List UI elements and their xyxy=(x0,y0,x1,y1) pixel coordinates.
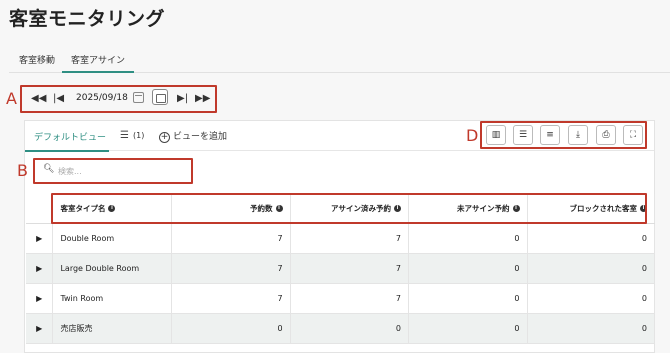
annotation-box-d xyxy=(480,121,647,149)
cell-unassigned: 0 xyxy=(408,223,528,254)
annotation-box-c xyxy=(51,193,647,224)
expand-row-icon[interactable]: ▶ xyxy=(26,283,54,314)
date-navigator: ◀◀ |◀ 2025/09/18 ▶| ▶▶ xyxy=(21,86,217,112)
search-icon: 🔍︎ xyxy=(43,164,55,174)
page: 客室モニタリング 客室移動 客室アサイン A ◀◀ |◀ 2025/09/18 … xyxy=(0,0,670,353)
cell-room-type: Double Room xyxy=(52,223,173,254)
calendar-icon[interactable] xyxy=(133,92,144,103)
skip-to-start-icon[interactable]: |◀ xyxy=(53,93,64,104)
cell-assigned: 7 xyxy=(290,253,410,284)
plus-circle-icon: + xyxy=(159,132,170,143)
cell-unassigned: 0 xyxy=(408,253,528,284)
view-count[interactable]: (1) xyxy=(133,131,144,140)
table-row[interactable]: ▶ Large Double Room 7 7 0 0 xyxy=(26,253,655,284)
cell-blocked: 0 xyxy=(527,253,655,284)
cell-reservations: 7 xyxy=(171,253,291,284)
skip-to-end-icon[interactable]: ▶| xyxy=(177,93,188,104)
date-value[interactable]: 2025/09/18 xyxy=(76,93,128,103)
fast-backward-icon[interactable]: ◀◀ xyxy=(31,93,46,104)
add-view-label: ビューを追加 xyxy=(173,132,228,142)
annotation-label-d: D xyxy=(466,126,479,145)
cell-assigned: 7 xyxy=(290,283,410,314)
cell-blocked: 0 xyxy=(527,223,655,254)
tab-bar: 客室移動 客室アサイン xyxy=(9,46,670,73)
search-box: 🔍︎ xyxy=(33,159,193,183)
today-calendar-icon[interactable] xyxy=(152,89,168,105)
table-row[interactable]: ▶ Double Room 7 7 0 0 xyxy=(26,223,655,254)
cell-room-type: 売店販売 xyxy=(52,313,173,344)
tab-room-assign[interactable]: 客室アサイン xyxy=(61,53,135,73)
annotation-label-b: B xyxy=(17,161,28,180)
cell-reservations: 7 xyxy=(171,223,291,254)
cell-blocked: 0 xyxy=(527,283,655,314)
annotation-label-a: A xyxy=(6,89,17,108)
fast-forward-icon[interactable]: ▶▶ xyxy=(195,93,210,104)
page-title: 客室モニタリング xyxy=(9,8,166,30)
expand-row-icon[interactable]: ▶ xyxy=(26,223,54,254)
tab-room-move[interactable]: 客室移動 xyxy=(19,53,55,66)
cell-unassigned: 0 xyxy=(408,283,528,314)
search-input[interactable] xyxy=(58,163,178,179)
cell-assigned: 0 xyxy=(290,313,410,344)
cell-reservations: 7 xyxy=(171,283,291,314)
cell-room-type: Large Double Room xyxy=(52,253,173,284)
cell-unassigned: 0 xyxy=(408,313,528,344)
table-row[interactable]: ▶ 売店販売 0 0 0 0 xyxy=(26,313,655,344)
view-tab-default[interactable]: デフォルトビュー xyxy=(25,121,109,152)
cell-assigned: 7 xyxy=(290,223,410,254)
cell-room-type: Twin Room xyxy=(52,283,173,314)
expand-row-icon[interactable]: ▶ xyxy=(26,313,54,344)
expand-row-icon[interactable]: ▶ xyxy=(26,253,54,284)
cell-blocked: 0 xyxy=(527,313,655,344)
list-icon[interactable]: ☰ xyxy=(120,130,129,141)
cell-reservations: 0 xyxy=(171,313,291,344)
add-view-button[interactable]: + ビューを追加 xyxy=(159,129,227,143)
expander-header xyxy=(26,194,54,224)
table-row[interactable]: ▶ Twin Room 7 7 0 0 xyxy=(26,283,655,314)
